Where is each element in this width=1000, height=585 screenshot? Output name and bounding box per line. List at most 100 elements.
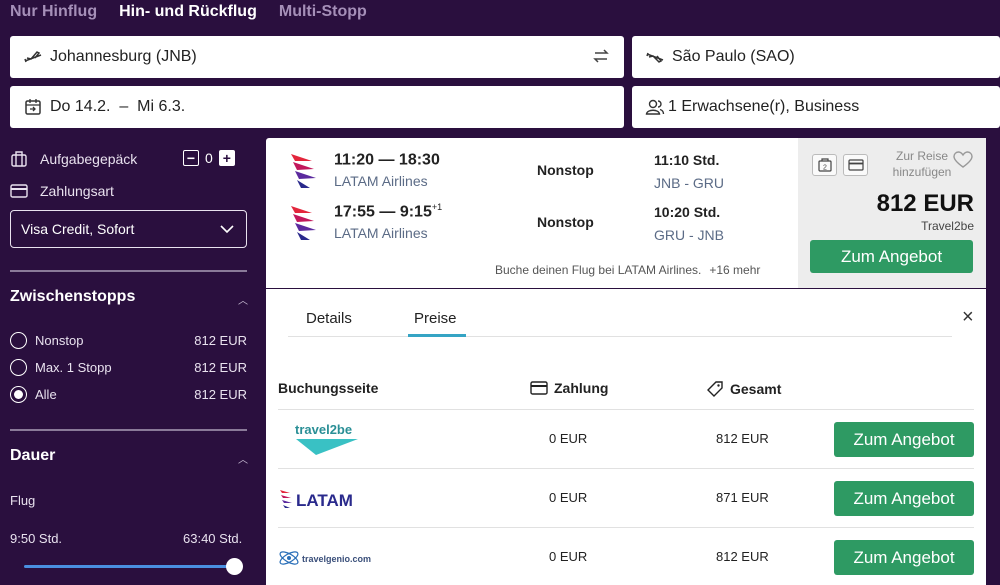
stops-option-label: Max. 1 Stopp bbox=[35, 360, 112, 375]
price-details-panel: Details Preise × Buchungsseite Zahlung G… bbox=[266, 289, 986, 585]
duration-min: 9:50 Std. bbox=[10, 531, 63, 546]
filter-sidebar: Aufgabegepäck − 0 + Zahlungsart Visa Cre… bbox=[0, 138, 258, 585]
credit-card-icon bbox=[530, 381, 548, 395]
trip-type-tabs: Nur Hinflug Hin- und Rückflug Multi-Stop… bbox=[10, 0, 367, 26]
sidebar-divider bbox=[10, 429, 247, 431]
tab-round-trip[interactable]: Hin- und Rückflug bbox=[119, 0, 257, 26]
total-price: 812 EUR bbox=[716, 431, 769, 446]
payment-select[interactable]: Visa Credit, Sofort bbox=[10, 210, 247, 248]
radio-button[interactable] bbox=[10, 359, 27, 376]
baggage-decrement-button[interactable]: − bbox=[183, 150, 199, 166]
result-seller: Travel2be bbox=[921, 219, 974, 233]
active-tab-indicator bbox=[408, 334, 466, 337]
baggage-increment-button[interactable]: + bbox=[218, 150, 235, 166]
payment-select-value: Visa Credit, Sofort bbox=[21, 221, 135, 237]
payment-filter: Zahlungsart bbox=[10, 182, 114, 200]
calendar-icon bbox=[22, 96, 44, 118]
total-price: 871 EUR bbox=[716, 490, 769, 505]
travel2be-logo: travel2be bbox=[294, 420, 364, 460]
chevron-up-icon[interactable]: ︿ bbox=[238, 292, 248, 307]
view-offer-button[interactable]: Zum Angebot bbox=[810, 240, 973, 273]
total-price: 812 EUR bbox=[716, 549, 769, 564]
price-panel: 2 Zur Reise hinzufügen 812 EUR Travel2be… bbox=[798, 138, 986, 288]
leg-duration: 10:20 Std. bbox=[654, 204, 721, 220]
passengers-field[interactable]: 1 Erwachsene(r), Business bbox=[632, 86, 1000, 128]
leg-stops: Nonstop bbox=[537, 162, 594, 178]
more-offers-link[interactable]: +16 mehr bbox=[709, 263, 760, 277]
destination-field[interactable]: São Paulo (SAO) bbox=[632, 36, 1000, 78]
chevron-up-icon[interactable]: ︿ bbox=[238, 451, 248, 466]
duration-section-title[interactable]: Dauer bbox=[10, 447, 55, 465]
payment-label: Zahlungsart bbox=[40, 183, 114, 199]
outbound-leg: 11:20 — 18:30 LATAM Airlines Nonstop 11:… bbox=[288, 150, 788, 200]
baggage-count-icon: 2 bbox=[812, 154, 837, 176]
swap-icon[interactable] bbox=[592, 47, 610, 70]
add-to-trip-label[interactable]: Zur Reise hinzufügen bbox=[892, 148, 952, 180]
table-row: LATAM 0 EUR 871 EUR Zum Angebot bbox=[278, 468, 974, 527]
price-tag-icon bbox=[706, 380, 724, 398]
origin-field[interactable]: Johannesburg (JNB) bbox=[10, 36, 624, 78]
date-field[interactable]: Do 14.2. – Mi 6.3. bbox=[10, 86, 624, 128]
leg-airline: LATAM Airlines bbox=[334, 225, 428, 241]
destination-value: São Paulo (SAO) bbox=[672, 48, 795, 65]
baggage-stepper: − 0 + bbox=[183, 150, 235, 166]
chevron-down-icon bbox=[220, 221, 234, 237]
suitcase-icon bbox=[10, 150, 30, 168]
stops-option-price: 812 EUR bbox=[194, 360, 247, 375]
stops-section-title[interactable]: Zwischenstopps bbox=[10, 288, 135, 306]
view-offer-button[interactable]: Zum Angebot bbox=[834, 540, 974, 575]
tab-divider bbox=[288, 336, 952, 337]
svg-text:travel2be: travel2be bbox=[295, 422, 352, 437]
column-header-total: Gesamt bbox=[706, 380, 781, 398]
tab-multi-stop[interactable]: Multi-Stopp bbox=[279, 0, 367, 26]
baggage-count: 0 bbox=[205, 150, 213, 166]
close-icon[interactable]: × bbox=[962, 306, 974, 329]
svg-text:2: 2 bbox=[823, 165, 827, 172]
heart-icon[interactable] bbox=[953, 151, 973, 174]
latam-logo-icon bbox=[291, 154, 316, 188]
flight-result-card[interactable]: 11:20 — 18:30 LATAM Airlines Nonstop 11:… bbox=[266, 138, 986, 288]
leg-times: 11:20 — 18:30 bbox=[334, 151, 440, 169]
table-row: travel2be 0 EUR 812 EUR Zum Angebot bbox=[278, 409, 974, 468]
passengers-value: 1 Erwachsene(r), Business bbox=[668, 98, 860, 115]
duration-max: 63:40 Std. bbox=[183, 531, 243, 546]
duration-slider-handle[interactable] bbox=[226, 558, 243, 575]
svg-text:travelgenio.com: travelgenio.com bbox=[302, 554, 371, 564]
radio-button[interactable] bbox=[10, 332, 27, 349]
leg-duration: 11:10 Std. bbox=[654, 152, 720, 168]
plane-landing-icon bbox=[644, 46, 666, 68]
table-row: travelgenio.com 0 EUR 812 EUR Zum Angebo… bbox=[278, 527, 974, 585]
baggage-label: Aufgabegepäck bbox=[40, 151, 138, 167]
fare-info-icons: 2 bbox=[812, 154, 868, 176]
tab-one-way[interactable]: Nur Hinflug bbox=[10, 0, 97, 26]
leg-times: 17:55 — 9:15+1 bbox=[334, 202, 443, 221]
credit-card-icon bbox=[843, 154, 868, 176]
view-offer-button[interactable]: Zum Angebot bbox=[834, 481, 974, 516]
baggage-filter: Aufgabegepäck bbox=[10, 150, 137, 168]
sidebar-divider bbox=[10, 270, 247, 272]
stops-option-all[interactable]: Alle 812 EUR bbox=[10, 386, 247, 403]
tab-prices[interactable]: Preise bbox=[414, 310, 457, 327]
column-header-payment: Zahlung bbox=[530, 380, 608, 396]
tab-details[interactable]: Details bbox=[306, 310, 352, 327]
payment-fee: 0 EUR bbox=[549, 431, 588, 446]
travelgenio-logo: travelgenio.com bbox=[278, 538, 378, 578]
duration-slider-track[interactable] bbox=[24, 565, 234, 568]
origin-value: Johannesburg (JNB) bbox=[50, 48, 197, 65]
payment-fee: 0 EUR bbox=[549, 490, 588, 505]
result-price: 812 EUR bbox=[876, 190, 974, 217]
plane-takeoff-icon bbox=[22, 46, 44, 68]
column-header-site: Buchungsseite bbox=[278, 380, 379, 396]
stops-option-price: 812 EUR bbox=[194, 387, 247, 402]
credit-card-icon bbox=[10, 182, 30, 200]
radio-button-selected[interactable] bbox=[10, 386, 27, 403]
leg-route: GRU - JNB bbox=[654, 227, 724, 243]
stops-option-max-one[interactable]: Max. 1 Stopp 812 EUR bbox=[10, 359, 247, 376]
stops-option-label: Nonstop bbox=[35, 333, 84, 348]
stops-option-price: 812 EUR bbox=[194, 333, 247, 348]
stops-option-nonstop[interactable]: Nonstop 812 EUR bbox=[10, 332, 247, 349]
view-offer-button[interactable]: Zum Angebot bbox=[834, 422, 974, 457]
latam-logo-icon bbox=[291, 206, 316, 240]
stops-option-label: Alle bbox=[35, 387, 57, 402]
flight-duration-label: Flug bbox=[10, 493, 36, 508]
